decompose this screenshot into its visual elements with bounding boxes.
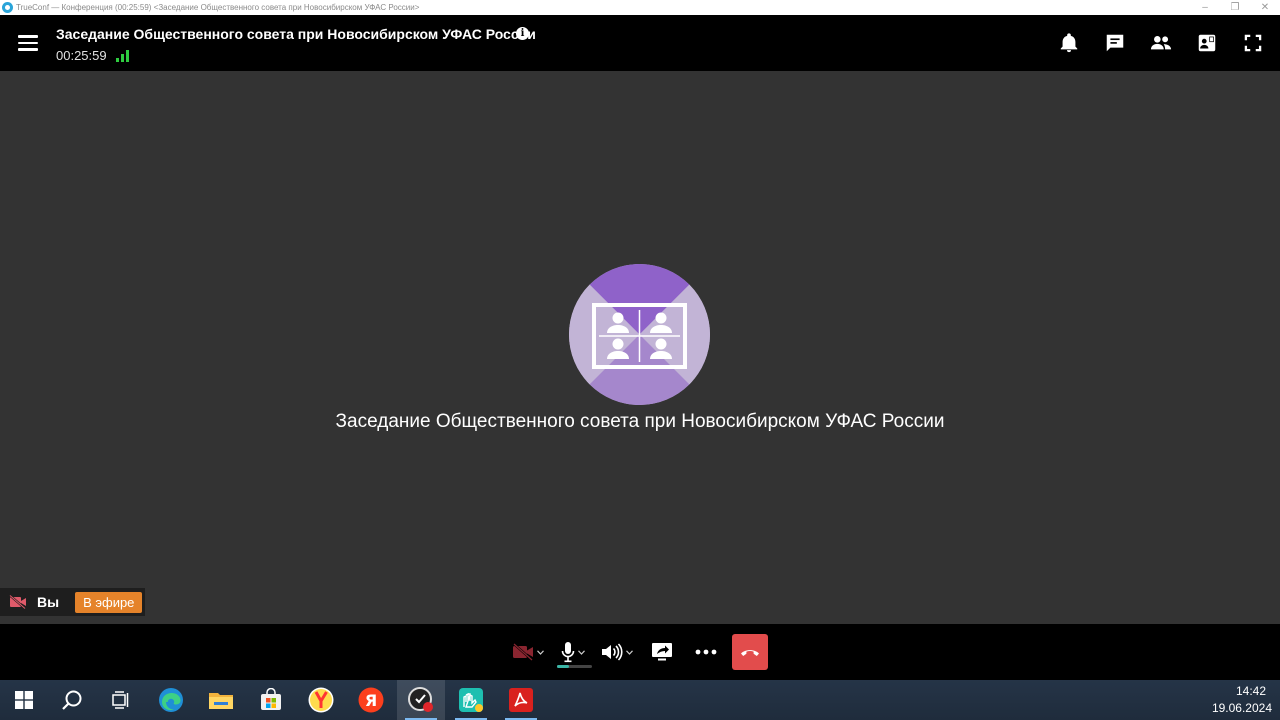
conference-avatar bbox=[569, 264, 710, 405]
close-button[interactable]: ✕ bbox=[1250, 0, 1280, 15]
participants-icon[interactable] bbox=[1150, 32, 1172, 54]
hangup-icon bbox=[741, 650, 759, 656]
on-air-badge: В эфире bbox=[75, 591, 143, 613]
svg-text:Я: Я bbox=[365, 691, 377, 710]
menu-icon[interactable] bbox=[18, 35, 38, 51]
microphone-icon bbox=[561, 642, 575, 663]
chat-icon[interactable] bbox=[1104, 32, 1126, 54]
speaker-button[interactable] bbox=[601, 637, 633, 667]
yandex-browser-icon[interactable] bbox=[297, 680, 345, 720]
edge-icon[interactable] bbox=[147, 680, 195, 720]
os-title-bar: TrueConf — Конференция (00:25:59) <Засед… bbox=[0, 0, 1280, 15]
windows-start-icon[interactable] bbox=[0, 680, 48, 720]
hands-app-icon[interactable] bbox=[447, 680, 495, 720]
bell-icon[interactable] bbox=[1058, 32, 1080, 54]
clock-date: 19.06.2024 bbox=[1211, 701, 1272, 715]
conference-name: Заседание Общественного совета при Новос… bbox=[335, 411, 945, 432]
microsoft-store-icon[interactable] bbox=[247, 680, 295, 720]
more-button[interactable] bbox=[695, 637, 717, 667]
call-controls-bar bbox=[0, 624, 1280, 680]
minimize-button[interactable]: – bbox=[1190, 0, 1220, 15]
chevron-down-icon[interactable] bbox=[578, 649, 585, 655]
call-timer: 00:25:59 bbox=[56, 48, 107, 63]
windows-taskbar: Я 14:42 19.06.2024 bbox=[0, 680, 1280, 720]
conference-header: Заседание Общественного совета при Новос… bbox=[0, 15, 1280, 71]
clock-time: 14:42 bbox=[1235, 684, 1266, 698]
signal-strength-icon bbox=[116, 50, 130, 62]
self-label: Вы bbox=[37, 594, 60, 610]
trueconf-app-icon bbox=[2, 2, 13, 13]
microphone-button[interactable] bbox=[561, 637, 585, 667]
chevron-down-icon[interactable] bbox=[626, 649, 633, 655]
trueconf-icon[interactable] bbox=[397, 680, 445, 720]
microphone-level-meter bbox=[557, 665, 592, 668]
search-icon[interactable] bbox=[48, 680, 96, 720]
camera-off-icon bbox=[9, 595, 26, 609]
self-video-badge: Вы В эфире bbox=[0, 588, 145, 616]
camera-toggle-button[interactable] bbox=[512, 637, 544, 667]
acrobat-icon[interactable] bbox=[497, 680, 545, 720]
system-clock[interactable]: 14:42 19.06.2024 bbox=[1212, 683, 1272, 717]
restore-button[interactable]: ❐ bbox=[1220, 0, 1250, 15]
window-title: TrueConf — Конференция (00:25:59) <Засед… bbox=[16, 3, 420, 12]
video-stage: Заседание Общественного совета при Новос… bbox=[0, 71, 1280, 624]
camera-off-icon bbox=[513, 643, 533, 661]
file-explorer-icon[interactable] bbox=[197, 680, 245, 720]
hangup-button[interactable] bbox=[732, 634, 768, 670]
more-icon bbox=[695, 649, 717, 655]
fullscreen-icon[interactable] bbox=[1242, 32, 1264, 54]
chevron-down-icon[interactable] bbox=[537, 649, 544, 655]
info-icon[interactable]: i bbox=[516, 27, 529, 40]
share-screen-icon bbox=[652, 643, 672, 661]
conference-title: Заседание Общественного совета при Новос… bbox=[56, 26, 536, 42]
yandex-icon[interactable]: Я bbox=[347, 680, 395, 720]
share-screen-button[interactable] bbox=[651, 637, 673, 667]
task-view-icon[interactable] bbox=[96, 680, 144, 720]
speaker-icon bbox=[602, 643, 623, 661]
layout-icon[interactable] bbox=[1196, 32, 1218, 54]
